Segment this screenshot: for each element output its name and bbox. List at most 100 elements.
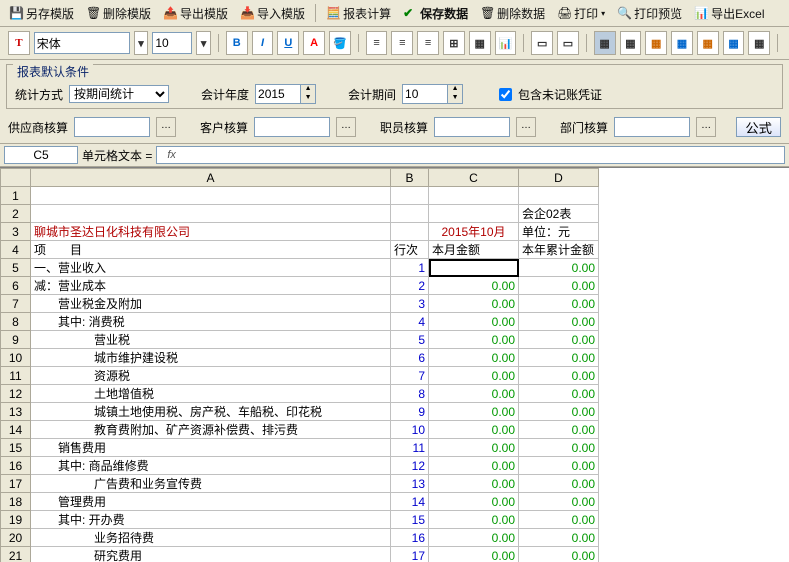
col-header-c[interactable]: C	[429, 169, 519, 187]
cell[interactable]: 0.00	[519, 259, 599, 277]
staff-input[interactable]	[434, 117, 510, 137]
cell[interactable]: 4	[391, 313, 429, 331]
cell[interactable]: 3	[391, 295, 429, 313]
delete-template-button[interactable]: 🗑删除模版	[81, 2, 156, 24]
cell[interactable]: 0.00	[519, 493, 599, 511]
chart-button[interactable]: 📊	[495, 31, 517, 55]
cell[interactable]: 其中: 消费税	[31, 313, 391, 331]
cell[interactable]: 0.00	[429, 547, 519, 562]
cell[interactable]: 业务招待费	[31, 529, 391, 547]
row-header[interactable]: 21	[1, 547, 31, 562]
grid4-button[interactable]: ▦	[671, 31, 693, 55]
staff-lookup[interactable]: …	[516, 117, 536, 137]
cell[interactable]: 城市维护建设税	[31, 349, 391, 367]
cell[interactable]: 0.00	[429, 493, 519, 511]
cell[interactable]: 0.00	[519, 457, 599, 475]
cell[interactable]: 0.00	[519, 547, 599, 562]
supplier-input[interactable]	[74, 117, 150, 137]
cell[interactable]: 土地增值税	[31, 385, 391, 403]
cell[interactable]: 管理费用	[31, 493, 391, 511]
align-right-button[interactable]: ≡	[417, 31, 439, 55]
cell[interactable]: 2	[391, 277, 429, 295]
row-header[interactable]: 12	[1, 385, 31, 403]
grid2-button[interactable]: ▦	[620, 31, 642, 55]
cell[interactable]: 资源税	[31, 367, 391, 385]
cell[interactable]: 0.00	[519, 295, 599, 313]
cell[interactable]: 1	[391, 259, 429, 277]
stat-combo[interactable]: 按期间统计	[69, 85, 169, 103]
calc-button[interactable]: 🧮报表计算	[321, 2, 396, 24]
cell[interactable]: 0.00	[429, 367, 519, 385]
cell[interactable]: 13	[391, 475, 429, 493]
grid6-button[interactable]: ▦	[723, 31, 745, 55]
cell[interactable]: 0.00	[519, 529, 599, 547]
spreadsheet[interactable]: A B C D 1 2会企02表 3 聊城市圣达日化科技有限公司 2015年10…	[0, 167, 789, 562]
cell[interactable]: 0.00	[519, 511, 599, 529]
row-header[interactable]: 7	[1, 295, 31, 313]
size-dropdown[interactable]: ▾	[196, 31, 211, 55]
row-header[interactable]: 19	[1, 511, 31, 529]
cell[interactable]: 教育费附加、矿产资源补偿费、排污费	[31, 421, 391, 439]
print-button[interactable]: 🖨打印▾	[552, 2, 610, 24]
cell[interactable]: 0.00	[429, 385, 519, 403]
row-header[interactable]: 20	[1, 529, 31, 547]
cell[interactable]: 17	[391, 547, 429, 562]
row-header[interactable]: 18	[1, 493, 31, 511]
row-header[interactable]: 5	[1, 259, 31, 277]
bold-button[interactable]: B	[226, 31, 248, 55]
cell[interactable]: 12	[391, 457, 429, 475]
borders-button[interactable]: ▦	[469, 31, 491, 55]
customer-input[interactable]	[254, 117, 330, 137]
formula-button[interactable]: 公式	[736, 117, 781, 137]
cell[interactable]: 5	[391, 331, 429, 349]
header-cell[interactable]: 行次	[391, 241, 429, 259]
customer-lookup[interactable]: …	[336, 117, 356, 137]
cell[interactable]: 6	[391, 349, 429, 367]
export-excel-button[interactable]: 📊导出Excel	[689, 2, 769, 24]
row-header[interactable]: 16	[1, 457, 31, 475]
merge-button[interactable]: ⊞	[443, 31, 465, 55]
date-cell[interactable]: 2015年10月	[429, 223, 519, 241]
dept-input[interactable]	[614, 117, 690, 137]
fill-color-button[interactable]: 🪣	[329, 31, 351, 55]
btn-ext1[interactable]: ▭	[531, 31, 553, 55]
cell[interactable]: 会企02表	[519, 205, 599, 223]
company-cell[interactable]: 聊城市圣达日化科技有限公司	[31, 223, 391, 241]
dept-lookup[interactable]: …	[696, 117, 716, 137]
cell[interactable]: 单位：元	[519, 223, 599, 241]
btn-ext2[interactable]: ▭	[557, 31, 579, 55]
cell[interactable]: 其中: 开办费	[31, 511, 391, 529]
header-cell[interactable]: 本月金额	[429, 241, 519, 259]
cell[interactable]: 0.00	[429, 313, 519, 331]
cell[interactable]: 16	[391, 529, 429, 547]
row-header[interactable]: 6	[1, 277, 31, 295]
cell[interactable]: 广告费和业务宣传费	[31, 475, 391, 493]
row-header[interactable]: 13	[1, 403, 31, 421]
cell[interactable]: 减：营业成本	[31, 277, 391, 295]
supplier-lookup[interactable]: …	[156, 117, 176, 137]
cell[interactable]: 0.00	[519, 313, 599, 331]
header-cell[interactable]: 本年累计金额	[519, 241, 599, 259]
cell[interactable]: 0.00	[429, 349, 519, 367]
font-dropdown[interactable]: ▾	[134, 31, 149, 55]
include-unbooked-input[interactable]	[499, 88, 512, 101]
row-header[interactable]: 1	[1, 187, 31, 205]
print-preview-button[interactable]: 🔍打印预览	[612, 2, 687, 24]
row-header[interactable]: 17	[1, 475, 31, 493]
cell[interactable]: 0.00	[519, 367, 599, 385]
cell[interactable]: 7	[391, 367, 429, 385]
col-header-a[interactable]: A	[31, 169, 391, 187]
grid5-button[interactable]: ▦	[697, 31, 719, 55]
row-header[interactable]: 2	[1, 205, 31, 223]
cell[interactable]: 0.00	[519, 331, 599, 349]
font-size-input[interactable]	[152, 32, 192, 54]
cell[interactable]: 营业税金及附加	[31, 295, 391, 313]
grid7-button[interactable]: ▦	[748, 31, 770, 55]
save-template-button[interactable]: 💾另存模版	[4, 2, 79, 24]
row-header[interactable]: 14	[1, 421, 31, 439]
period-input[interactable]	[402, 84, 448, 104]
cell[interactable]: 0.00	[429, 403, 519, 421]
year-up[interactable]: ▲	[301, 85, 315, 94]
row-header[interactable]: 10	[1, 349, 31, 367]
cell[interactable]	[429, 259, 519, 277]
